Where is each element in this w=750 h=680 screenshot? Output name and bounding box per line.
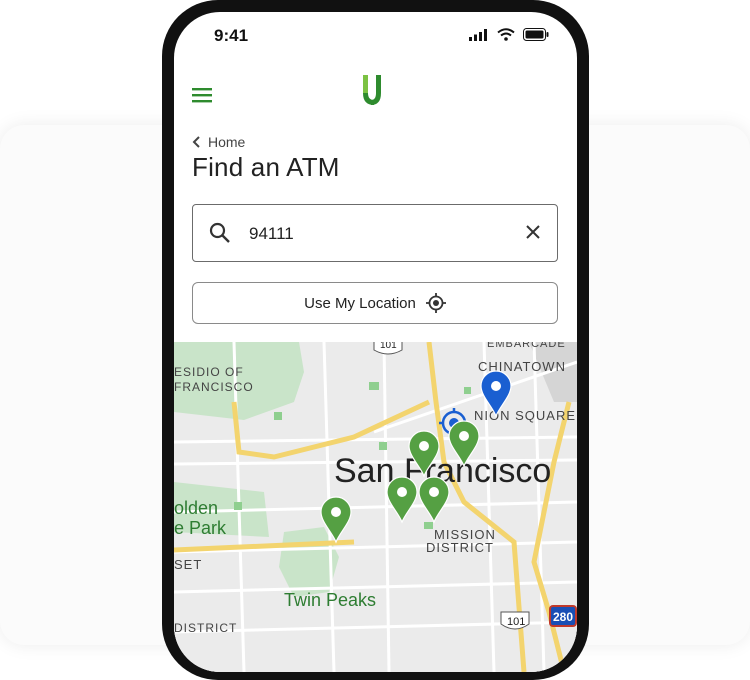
pin-center-dot (429, 487, 439, 497)
clear-search-button[interactable] (525, 224, 541, 245)
pin-center-dot (331, 507, 341, 517)
status-time: 9:41 (214, 26, 249, 45)
hamburger-icon (192, 88, 212, 103)
map-label-twin-peaks: Twin Peaks (284, 590, 376, 610)
search-icon (209, 222, 230, 243)
chevron-left-icon (192, 136, 200, 148)
battery-icon (523, 28, 549, 41)
map-canvas: EMBARCADE CHINATOWN ESIDIO OF FRANCISCO … (174, 342, 577, 672)
pin-center-dot (397, 487, 407, 497)
map-label-embarcadero: EMBARCADE (487, 342, 566, 350)
use-my-location-button[interactable]: Use My Location (192, 282, 558, 324)
signal-icon (469, 28, 487, 41)
phone-screen: 9:41 Home Find an ATM 94111 Use My Locat… (174, 12, 577, 672)
crosshair-icon (425, 293, 446, 313)
page-title: Find an ATM (192, 152, 340, 182)
brand-logo-icon (363, 75, 381, 105)
map-label-sunset: SET (174, 557, 202, 572)
map-label-union-square: NION SQUARE (474, 408, 576, 423)
menu-button[interactable] (192, 86, 218, 108)
pin-center-dot (419, 441, 429, 451)
map-label-golden-2: e Park (174, 518, 227, 538)
map-label-presidio-2: FRANCISCO (174, 380, 254, 394)
close-icon (526, 225, 540, 239)
search-input[interactable] (247, 221, 511, 247)
highway-280-label: 280 (553, 610, 573, 624)
app-header (174, 72, 577, 122)
use-my-location-label: Use My Location (304, 294, 416, 312)
breadcrumb-label: Home (208, 134, 246, 150)
map-label-presidio-1: ESIDIO OF (174, 365, 244, 379)
wifi-icon (497, 28, 515, 41)
status-icons (469, 28, 549, 41)
atm-map[interactable]: EMBARCADE CHINATOWN ESIDIO OF FRANCISCO … (174, 342, 577, 672)
pin-center-dot (459, 431, 469, 441)
highway-101-bottom-label: 101 (507, 616, 525, 628)
phone-frame: 9:41 Home Find an ATM 94111 Use My Locat… (162, 0, 589, 680)
map-label-golden-1: olden (174, 498, 218, 518)
status-bar: 9:41 (174, 12, 577, 62)
search-field (192, 204, 558, 262)
breadcrumb-home[interactable]: Home (192, 134, 245, 150)
pin-center-dot (491, 381, 501, 391)
map-label-mission-2: DISTRICT (426, 540, 494, 555)
highway-101-top-label: 101 (380, 342, 397, 351)
map-label-district: DISTRICT (174, 621, 237, 635)
